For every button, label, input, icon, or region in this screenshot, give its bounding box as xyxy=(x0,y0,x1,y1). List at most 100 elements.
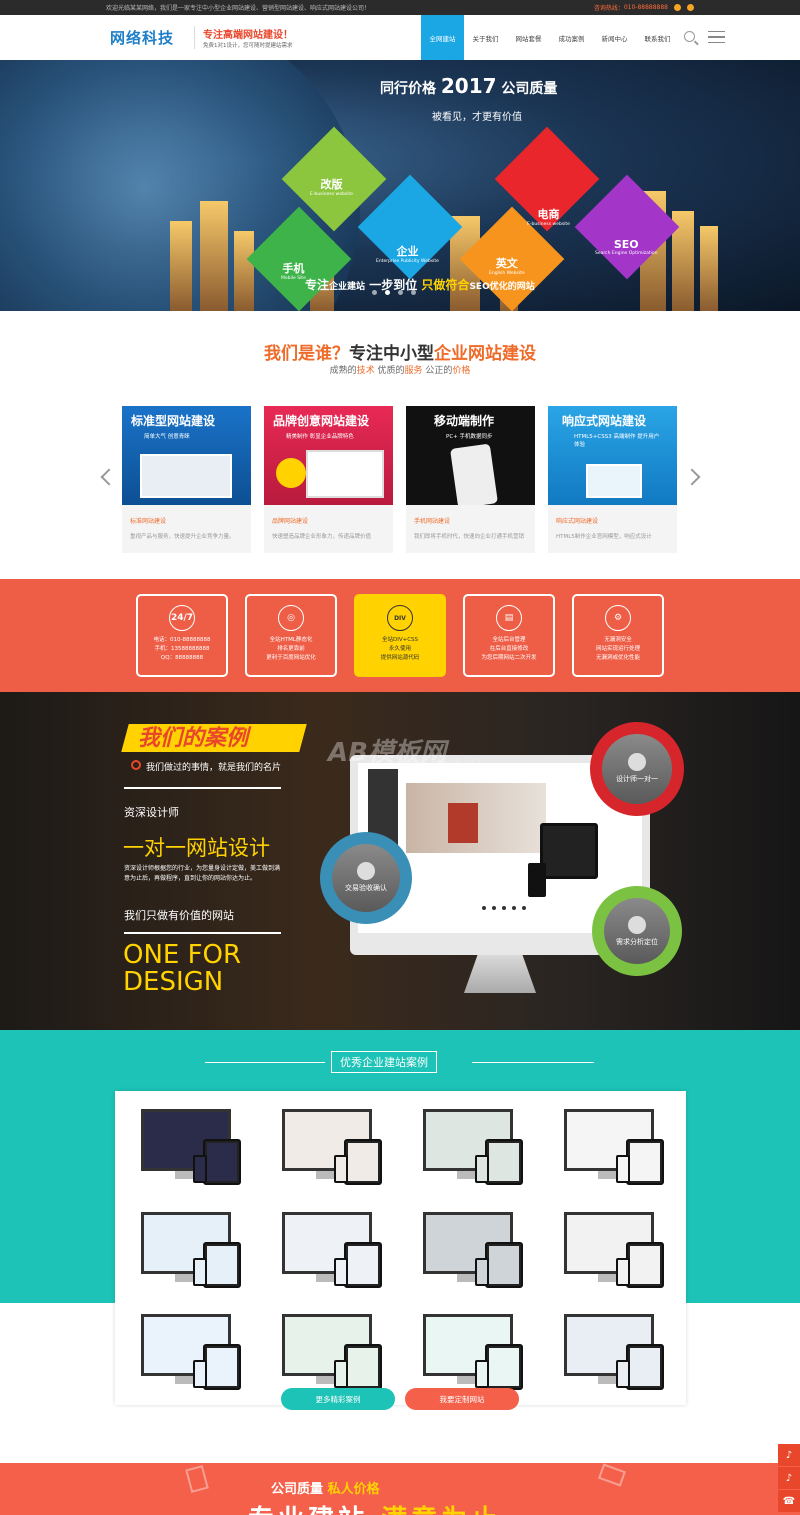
sub-part: 技术 xyxy=(356,366,375,376)
card-title[interactable]: 响应式网站建设 xyxy=(548,505,677,525)
circle-label: 需求分析定位 xyxy=(616,937,658,946)
our-cases-section: 我们的案例 我们做过的事情，就是我们的名片 资深设计师 一对一网站设计 资深设计… xyxy=(0,692,800,1030)
card-tagline: 简单大气 创意青睐 xyxy=(144,434,190,440)
watermark-url: www.AdminBuy.Cn xyxy=(408,758,483,767)
tablet-mock xyxy=(203,1242,241,1288)
sub-part: 优质的 xyxy=(374,366,405,376)
tile-label: SEO xyxy=(613,238,639,251)
wechat-icon[interactable] xyxy=(687,4,694,11)
service-card[interactable]: 响应式网站建设 HTML5+CSS3 高端制作 提升用户体验 响应式网站建设 H… xyxy=(548,406,677,553)
case-thumbnail[interactable] xyxy=(417,1314,527,1396)
nav-news[interactable]: 新闻中心 xyxy=(593,15,636,60)
phone-mock xyxy=(334,1155,348,1183)
carousel-dot[interactable] xyxy=(385,290,390,295)
phone-mock xyxy=(475,1155,489,1183)
title-part: 我们是谁？ xyxy=(264,344,349,364)
imac-dots xyxy=(482,906,526,910)
carousel-dot[interactable] xyxy=(372,290,377,295)
case-thumbnail[interactable] xyxy=(276,1212,386,1294)
circle-designer: 设计师一对一 xyxy=(590,722,684,816)
case-thumbnail[interactable] xyxy=(417,1109,527,1191)
side-toolbar: ♪ ♪ ☎ xyxy=(778,1444,800,1513)
case-thumbnail[interactable] xyxy=(135,1109,245,1191)
card-image: 标准型网站建设 简单大气 创意青睐 xyxy=(122,406,251,505)
welcome-text: 欢迎光临某某网络，我们是一家专注中小型企业网站建设、营销型网站建设、响应式网站建… xyxy=(106,5,371,12)
tablet-mock xyxy=(485,1242,523,1288)
title-part: 企业网站建设 xyxy=(434,344,536,364)
tablet-mock xyxy=(485,1139,523,1185)
main-nav: 全网建站 关于我们 网站套餐 成功案例 新闻中心 联系我们 xyxy=(421,15,679,60)
decor-icon xyxy=(185,1465,209,1493)
case-thumbnail[interactable] xyxy=(558,1314,668,1396)
banner-tagline: 专注企业建站 一步到位 只做符合SEO优化的网站 xyxy=(305,276,535,293)
feature-line: 在后台直接修改 xyxy=(489,646,529,652)
carousel-dot[interactable] xyxy=(411,290,416,295)
tile-en: E-business website xyxy=(527,222,570,227)
phone-mock xyxy=(193,1360,207,1388)
more-cases-button[interactable]: 更多精彩案例 xyxy=(281,1388,395,1410)
case-thumbnail[interactable] xyxy=(417,1212,527,1294)
prev-arrow-icon[interactable] xyxy=(100,468,118,486)
site-logo[interactable]: 网络科技 xyxy=(110,27,174,48)
hamburger-menu-icon[interactable] xyxy=(708,31,725,43)
bell-icon[interactable]: ♪ xyxy=(778,1467,800,1489)
card-title[interactable]: 手机网站建设 xyxy=(406,505,535,525)
phone-mock xyxy=(616,1155,630,1183)
nav-packages[interactable]: 网站套餐 xyxy=(507,15,550,60)
hero-banner[interactable]: 同行价格 2017 公司质量 被看见，才更有价值 改版 E-business we… xyxy=(0,60,800,311)
admin-panel-icon: ▤ xyxy=(496,605,522,631)
nav-cases[interactable]: 成功案例 xyxy=(550,15,593,60)
slogan-main: 专注高端网站建设！ xyxy=(203,30,294,41)
case-thumbnail[interactable] xyxy=(558,1109,668,1191)
service-card[interactable]: 标准型网站建设 简单大气 创意青睐 标准网站建设 重视产品与服务，快速提升企业竞… xyxy=(122,406,251,553)
hotline-number: 010-88888888 xyxy=(623,4,668,11)
card-title[interactable]: 标准网站建设 xyxy=(122,505,251,525)
feature-line: 无漏洞或优化性能 xyxy=(595,655,640,661)
case-grid xyxy=(115,1091,686,1405)
feature-box: ▤ 全站后台管理 在后台直接修改 为您后期网站二次开发 xyxy=(463,594,555,677)
service-card[interactable]: 移动端制作 PC+ 手机数据同步 手机网站建设 我们即将手机时代，快速向企业打通… xyxy=(406,406,535,553)
case-thumbnail[interactable] xyxy=(135,1314,245,1396)
card-image: 响应式网站建设 HTML5+CSS3 高端制作 提升用户体验 xyxy=(548,406,677,505)
cases-description: 资深设计师根据您的行业，为您量身设计定做，美工做到满意为止后，再做程序，直到让你… xyxy=(124,865,281,882)
card-headline: 品牌创意网站建设 xyxy=(273,414,370,428)
about-section: 我们是谁？专注中小型企业网站建设 成熟的技术 优质的服务 公正的价格 标准型网站… xyxy=(0,311,800,579)
tablet-mock xyxy=(626,1344,664,1390)
promo-part: 私人价格 xyxy=(327,1482,380,1497)
card-tagline: HTML5+CSS3 高端制作 提升用户体验 xyxy=(574,434,660,448)
card-image: 品牌创意网站建设 精美制作 彰显企业品牌特色 xyxy=(264,406,393,505)
top-bar-right: 咨询热线： 010-88888888 xyxy=(594,3,694,12)
user-icon[interactable] xyxy=(674,4,681,11)
search-icon[interactable] xyxy=(684,31,695,42)
feature-line: 为您后期网站二次开发 xyxy=(481,655,537,661)
bell-icon[interactable]: ♪ xyxy=(778,1444,800,1466)
circle-label: 设计师一对一 xyxy=(615,775,658,784)
nav-contact[interactable]: 联系我们 xyxy=(636,15,679,60)
nav-about[interactable]: 关于我们 xyxy=(464,15,507,60)
case-thumbnail[interactable] xyxy=(276,1109,386,1191)
features-band: 24/7 电话：010-88888888 手机：13588888888 QQ：8… xyxy=(0,579,800,692)
mail-icon xyxy=(597,1463,627,1487)
nav-home[interactable]: 全网建站 xyxy=(421,15,464,60)
case-thumbnail[interactable] xyxy=(558,1212,668,1294)
case-thumbnail[interactable] xyxy=(135,1212,245,1294)
feature-line: 提供网站源代码 xyxy=(380,655,420,661)
card-title[interactable]: 品牌网站建设 xyxy=(264,505,393,525)
sub-part: 成熟的 xyxy=(329,366,357,376)
phone-mock xyxy=(193,1155,207,1183)
tile-label: 改版 xyxy=(320,178,343,191)
service-card[interactable]: 品牌创意网站建设 精美制作 彰显企业品牌特色 品牌网站建设 快速塑造品牌企业形象… xyxy=(264,406,393,553)
tagline-part: SEO优化的网站 xyxy=(469,282,535,292)
case-thumbnail[interactable] xyxy=(276,1314,386,1396)
banner-subtitle: 被看见，才更有价值 xyxy=(432,112,522,123)
banner-headline-a: 同行价格 xyxy=(380,81,436,97)
banner-headline: 同行价格 2017 公司质量 xyxy=(380,74,557,98)
phone-mock xyxy=(334,1258,348,1286)
custom-website-button[interactable]: 我要定制网站 xyxy=(405,1388,519,1410)
phone-icon[interactable]: ☎ xyxy=(778,1490,800,1512)
card-desc: 重视产品与服务，快速提升企业竞争力量。 xyxy=(130,534,235,540)
phone-mock xyxy=(475,1360,489,1388)
carousel-dot[interactable] xyxy=(398,290,403,295)
next-arrow-icon[interactable] xyxy=(683,468,701,486)
globe-icon: ◎ xyxy=(278,605,304,631)
